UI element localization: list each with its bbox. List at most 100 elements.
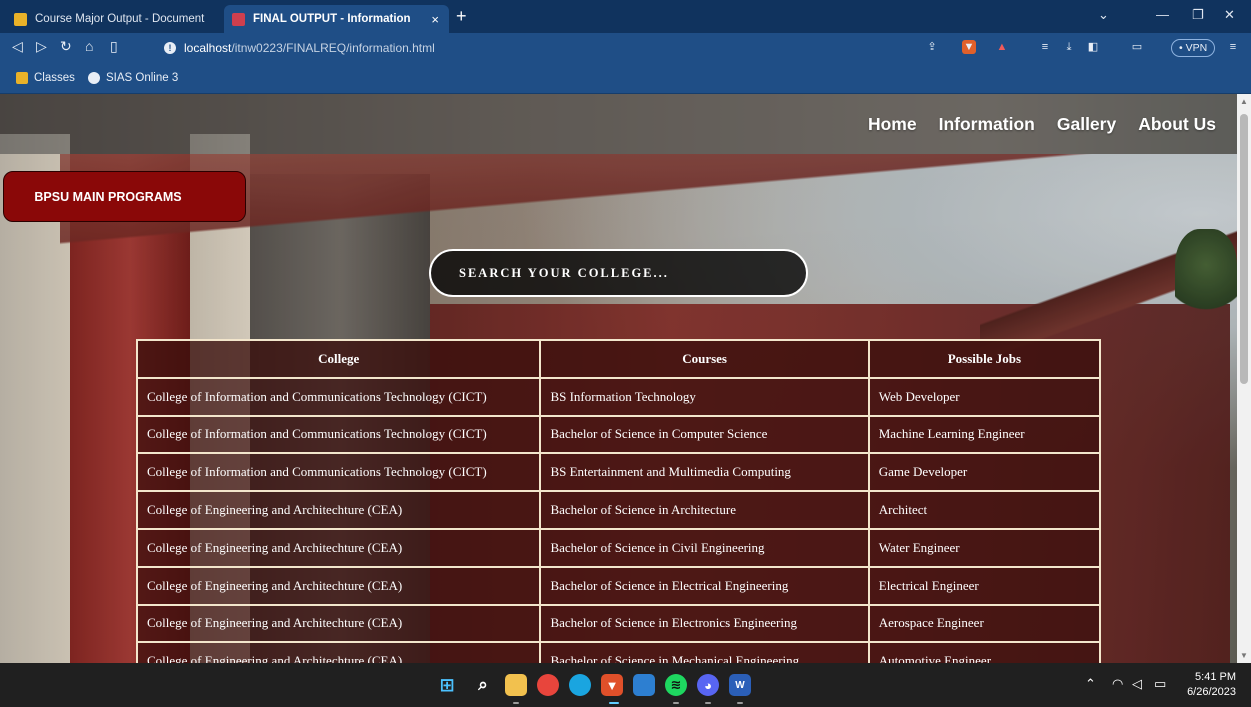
discord-icon[interactable]: ◕ (697, 674, 719, 696)
browser-tab-bar: Course Major Output - Document FINAL OUT… (0, 0, 1251, 33)
job-cell: Automotive Engineer (867, 641, 1102, 663)
page-scrollbar[interactable]: ▲ ▼ (1237, 94, 1251, 663)
nav-link-about-us[interactable]: About Us (1138, 114, 1216, 135)
site-info-icon[interactable]: ! (164, 41, 176, 54)
clock-time: 5:41 PM (1195, 671, 1236, 683)
column-header-possible-jobs: Possible Jobs (867, 339, 1102, 379)
table-row: College of Engineering and Architechture… (135, 603, 1102, 644)
site-navigation: Home Information Gallery About Us (868, 114, 1216, 135)
restore-icon[interactable]: ❐ (1192, 7, 1204, 23)
address-bar[interactable]: ! localhost/itnw0223/FINALREQ/informatio… (164, 36, 910, 59)
main-programs-button[interactable]: BPSU MAIN PROGRAMS (3, 171, 246, 222)
brave-rewards-icon[interactable]: ▲ (995, 40, 1009, 54)
college-cell: College of Engineering and Architechture… (135, 565, 542, 606)
job-cell: Aerospace Engineer (867, 603, 1102, 644)
battery-icon[interactable]: ▭ (1154, 676, 1166, 692)
bookmark-classes[interactable]: Classes (16, 72, 75, 84)
tab-final-output-information[interactable]: FINAL OUTPUT - Information × (224, 5, 449, 33)
globe-icon (88, 72, 100, 84)
running-indicator (673, 702, 679, 704)
course-cell: BS Information Technology (539, 376, 870, 417)
word-icon[interactable]: W (729, 674, 751, 696)
back-icon[interactable]: ◁ (12, 38, 23, 55)
course-cell: Bachelor of Science in Civil Engineering (539, 527, 870, 568)
course-cell: Bachelor of Science in Electrical Engine… (539, 565, 870, 606)
table-header-row: College Courses Possible Jobs (135, 339, 1102, 379)
package-icon[interactable] (633, 674, 655, 696)
tab-course-major-output[interactable]: Course Major Output - Document (6, 5, 220, 33)
share-icon[interactable]: ⇪ (925, 40, 939, 54)
scroll-up-arrow-icon[interactable]: ▲ (1240, 97, 1248, 106)
windows-taskbar: ⊞ ⌕ ▼ ≋ ◕ W ⌃ ◠ ◁ ▭ 5:41 PM 6/26/2023 (0, 663, 1251, 707)
windows-start-icon[interactable]: ⊞ (436, 674, 458, 696)
scroll-down-arrow-icon[interactable]: ▼ (1240, 651, 1248, 660)
college-cell: College of Engineering and Architechture… (135, 603, 542, 644)
bookmark-label: Classes (34, 72, 75, 84)
close-tab-icon[interactable]: × (431, 12, 439, 27)
page-viewport: Home Information Gallery About Us BPSU M… (0, 94, 1237, 663)
column-header-college: College (135, 339, 542, 379)
file-explorer-icon[interactable] (505, 674, 527, 696)
college-cell: College of Engineering and Architechture… (135, 641, 542, 663)
wifi-icon[interactable]: ◠ (1112, 676, 1123, 692)
document-favicon-icon (14, 12, 27, 26)
nav-link-information[interactable]: Information (939, 114, 1035, 135)
running-indicator (513, 702, 519, 704)
clock-date: 6/26/2023 (1187, 686, 1236, 698)
nav-link-home[interactable]: Home (868, 114, 917, 135)
reload-icon[interactable]: ↻ (60, 38, 72, 55)
course-cell: Bachelor of Science in Electronics Engin… (539, 603, 870, 644)
job-cell: Water Engineer (867, 527, 1102, 568)
bookmark-sias-online[interactable]: SIAS Online 3 (88, 72, 178, 84)
vpn-button[interactable]: • VPN (1171, 39, 1216, 57)
system-clock[interactable]: 5:41 PM 6/26/2023 (1187, 670, 1236, 700)
url-path: /itnw0223/FINALREQ/information.html (231, 40, 435, 55)
search-icon[interactable]: ⌕ (472, 674, 494, 696)
nav-link-gallery[interactable]: Gallery (1057, 114, 1116, 135)
job-cell: Electrical Engineer (867, 565, 1102, 606)
table-row: College of Engineering and Architechture… (135, 527, 1102, 568)
job-cell: Machine Learning Engineer (867, 414, 1102, 455)
volume-icon[interactable]: ◁ (1132, 676, 1142, 692)
course-cell: BS Entertainment and Multimedia Computin… (539, 452, 870, 493)
edge-icon[interactable] (569, 674, 591, 696)
spotify-icon[interactable]: ≋ (665, 674, 687, 696)
bookmark-label: SIAS Online 3 (106, 72, 179, 84)
course-cell: Bachelor of Science in Mechanical Engine… (539, 641, 870, 663)
minimize-icon[interactable]: — (1156, 7, 1169, 22)
bookmark-icon[interactable]: ▯ (110, 38, 118, 55)
forward-icon[interactable]: ▷ (36, 38, 47, 55)
course-cell: Bachelor of Science in Computer Science (539, 414, 870, 455)
running-indicator (705, 702, 711, 704)
wallet-icon[interactable]: ▭ (1130, 40, 1144, 54)
brave-icon[interactable]: ▼ (601, 674, 623, 696)
sidebar-icon[interactable]: ◧ (1086, 40, 1100, 54)
job-cell: Game Developer (867, 452, 1102, 493)
college-cell: College of Information and Communication… (135, 452, 542, 493)
column-header-courses: Courses (539, 339, 870, 379)
brave-shield-icon[interactable]: ▼ (962, 40, 976, 54)
scrollbar-thumb[interactable] (1240, 114, 1248, 384)
home-icon[interactable]: ⌂ (85, 38, 93, 54)
table-row: College of Engineering and Architechture… (135, 490, 1102, 530)
course-cell: Bachelor of Science in Architecture (539, 490, 870, 530)
playlist-icon[interactable]: ≡ (1038, 40, 1052, 54)
job-cell: Web Developer (867, 376, 1102, 417)
page-favicon-icon (232, 12, 245, 26)
browser-toolbar: ◁ ▷ ↻ ⌂ ▯ ! localhost/itnw0223/FINALREQ/… (0, 33, 1251, 62)
chevron-down-icon[interactable]: ⌄ (1098, 7, 1109, 23)
table-row: College of Information and Communication… (135, 376, 1102, 417)
tray-chevron-up-icon[interactable]: ⌃ (1085, 676, 1096, 692)
college-cell: College of Engineering and Architechture… (135, 527, 542, 568)
college-cell: College of Information and Communication… (135, 414, 542, 455)
url-host: localhost (184, 40, 232, 55)
chrome-icon[interactable] (537, 674, 559, 696)
new-tab-button[interactable]: + (456, 6, 467, 27)
table-row: College of Engineering and Architechture… (135, 641, 1102, 663)
search-college-input[interactable] (429, 249, 808, 297)
menu-icon[interactable]: ≡ (1226, 40, 1240, 54)
job-cell: Architect (867, 490, 1102, 530)
close-window-icon[interactable]: ✕ (1224, 7, 1235, 23)
download-icon[interactable]: ⤓ (1062, 40, 1076, 54)
classroom-icon (16, 72, 28, 84)
